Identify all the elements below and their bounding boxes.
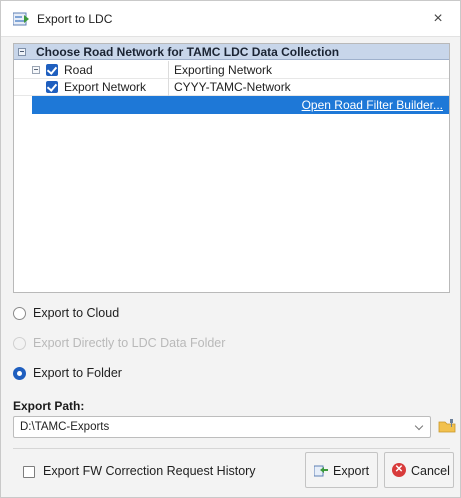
export-path-combobox[interactable]: D:\TAMC-Exports: [13, 416, 431, 438]
tree-row-name: Road: [64, 63, 93, 77]
radio-label: Export Directly to LDC Data Folder: [33, 336, 226, 350]
export-icon: [314, 465, 328, 477]
radio-button[interactable]: [13, 307, 26, 320]
column-divider: [168, 61, 169, 79]
folder-browse-icon[interactable]: [438, 417, 456, 435]
tree-row-value: CYYY-TAMC-Network: [174, 80, 291, 94]
checkbox-checked-icon[interactable]: [46, 64, 58, 76]
collapse-icon[interactable]: [18, 48, 26, 56]
road-network-tree: Choose Road Network for TAMC LDC Data Co…: [13, 43, 450, 293]
export-window-icon: [13, 12, 29, 26]
history-checkbox-label[interactable]: Export FW Correction Request History: [43, 464, 256, 478]
export-dialog: Export to LDC × Choose Road Network for …: [0, 0, 461, 498]
chevron-down-icon[interactable]: [414, 421, 424, 431]
cancel-button-label: Cancel: [411, 464, 450, 478]
export-button[interactable]: Export: [305, 452, 378, 488]
tree-row-filter[interactable]: Open Road Filter Builder...: [32, 96, 449, 114]
history-checkbox[interactable]: [23, 466, 35, 478]
radio-label: Export to Folder: [33, 366, 122, 380]
export-path-value[interactable]: D:\TAMC-Exports: [20, 421, 109, 433]
column-divider: [168, 78, 169, 96]
checkbox-checked-icon[interactable]: [46, 81, 58, 93]
close-icon[interactable]: ×: [426, 7, 450, 31]
tree-header-label: Choose Road Network for TAMC LDC Data Co…: [36, 45, 340, 59]
tree-row-value: Exporting Network: [174, 63, 273, 77]
cancel-button[interactable]: ✕ Cancel: [384, 452, 454, 488]
export-path-label: Export Path:: [13, 399, 85, 413]
tree-header: Choose Road Network for TAMC LDC Data Co…: [14, 44, 449, 60]
radio-label: Export to Cloud: [33, 306, 120, 320]
radio-button-selected[interactable]: [13, 367, 26, 380]
export-button-label: Export: [333, 464, 370, 478]
collapse-icon[interactable]: [32, 66, 40, 74]
window-title: Export to LDC: [37, 12, 113, 26]
cancel-icon: ✕: [392, 463, 406, 477]
title-bar: Export to LDC ×: [1, 1, 460, 37]
open-road-filter-link[interactable]: Open Road Filter Builder...: [302, 98, 443, 112]
tree-row-export-network[interactable]: Export Network CYYY-TAMC-Network: [14, 78, 449, 96]
tree-row-name: Export Network: [64, 80, 147, 94]
tree-row-road[interactable]: Road Exporting Network: [14, 61, 449, 79]
radio-button: [13, 337, 26, 350]
